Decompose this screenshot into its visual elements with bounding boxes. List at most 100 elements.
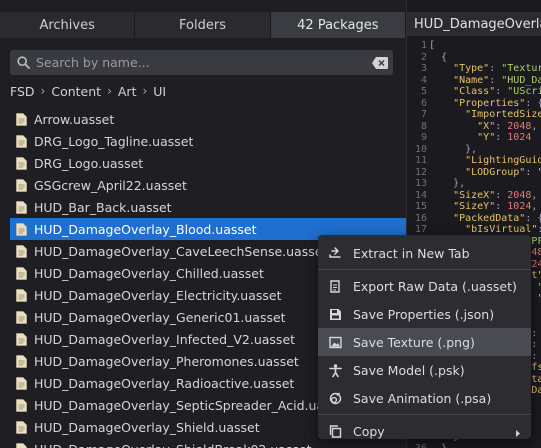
code-token: [: [429, 40, 436, 51]
line-number: 12: [414, 166, 427, 178]
code-token: :: [489, 74, 502, 86]
code-token: "SizeX": [429, 189, 496, 201]
code-token: },: [429, 143, 478, 155]
breadcrumb-fsd[interactable]: FSD: [10, 84, 35, 99]
file-icon: [16, 244, 27, 258]
file-list-item[interactable]: DRG_Logo_Tagline.uasset: [10, 130, 406, 152]
file-name: HUD_DamageOverlay_Shield.uasset: [34, 419, 260, 435]
tab-archives[interactable]: Archives: [0, 12, 136, 38]
menu-item-save-model-psk[interactable]: Save Model (.psk): [318, 356, 531, 384]
file-list-item[interactable]: HUD_Bar_Back.uasset: [10, 196, 406, 218]
code-token: 1024: [507, 132, 532, 143]
menu-separator: [318, 269, 531, 270]
tab-packages[interactable]: 42 Packages: [270, 12, 406, 38]
breadcrumb-ui[interactable]: UI: [153, 84, 166, 99]
menu-separator: [318, 414, 531, 415]
file-name: HUD_Bar_Back.uasset: [34, 199, 172, 215]
code-token: "Type": [429, 63, 490, 74]
file-icon: [16, 222, 27, 236]
code-line: "SizeX": 2048,: [429, 190, 541, 202]
code-line: "ImportedSize": {: [429, 109, 541, 121]
code-line: "PackedData": {: [429, 213, 541, 225]
menu-item-label: Save Animation (.psa): [353, 390, 492, 406]
menu-item-save-animation-psa[interactable]: Save Animation (.psa): [318, 384, 531, 412]
file-name: HUD_DamageOverlay_Blood.uasset: [34, 221, 257, 237]
chevron-right-icon: ›: [142, 84, 148, 98]
search-input[interactable]: [36, 55, 367, 70]
code-line: "SizeY": 1024,: [429, 201, 541, 213]
menu-item-save-texture-png[interactable]: Save Texture (.png): [318, 328, 531, 356]
breadcrumb: FSD › Content › Art › UI: [10, 83, 166, 99]
code-token: "Y": [429, 132, 496, 143]
line-number: 3: [420, 63, 427, 74]
line-number: 11: [414, 155, 427, 166]
code-token: :: [531, 327, 538, 339]
line-number: 5: [420, 86, 427, 97]
search-box: [10, 50, 393, 75]
code-token: ,: [531, 201, 538, 212]
line-number: 2: [420, 51, 427, 63]
file-name: HUD_DamageOverlay_Electricity.uasset: [34, 287, 282, 303]
menu-item-label: Save Texture (.png): [353, 334, 475, 350]
menu-item-copy[interactable]: Copy: [318, 417, 531, 445]
line-number: 8: [420, 120, 427, 132]
code-token: "Name": [429, 74, 490, 86]
file-name: HUD_DamageOverlay_SepticSpreader_Acid.ua…: [34, 397, 350, 413]
code-token: "12",: [537, 293, 541, 304]
menu-item-label: Save Properties (.json): [353, 306, 495, 322]
save-icon: [318, 307, 353, 322]
image-icon: [318, 335, 353, 350]
file-name: DRG_Logo_Tagline.uasset: [34, 133, 194, 149]
menu-item-label: Save Model (.psk): [353, 362, 465, 378]
code-token: ,: [531, 189, 538, 201]
file-icon: [16, 420, 27, 434]
menu-item-export-raw-data-uasset[interactable]: Export Raw Data (.uasset): [318, 272, 531, 300]
file-name: HUD_DamageOverlay_CaveLeechSense.uasset: [34, 243, 328, 259]
line-number: 16: [414, 212, 427, 224]
line-number: 14: [414, 189, 427, 201]
code-token: :: [495, 189, 508, 201]
code-token: "SizeY": [429, 201, 496, 212]
open-tab-icon: [318, 246, 353, 261]
code-token: ,: [531, 120, 538, 132]
code-line: },: [429, 144, 541, 156]
code-token: :: [531, 350, 538, 362]
code-token: 1024: [507, 201, 532, 212]
file-icon: [16, 156, 27, 170]
copy-icon: [318, 424, 353, 439]
code-line: "bIsVirtual": false,: [429, 224, 541, 236]
file-list-item[interactable]: GSGcrew_April22.uasset: [10, 174, 406, 196]
line-number: 10: [414, 143, 427, 155]
code-token: "0",: [537, 282, 541, 293]
code-token: 2048: [507, 189, 532, 201]
breadcrumb-content[interactable]: Content: [51, 84, 101, 99]
file-icon: [16, 134, 27, 148]
code-token: "HUD_DamageOverlay_Blood",: [501, 74, 541, 86]
tab-folders[interactable]: Folders: [135, 12, 271, 38]
breadcrumb-art[interactable]: Art: [118, 84, 137, 99]
file-name: HUD_DamageOverlay_Generic01.uasset: [34, 309, 286, 325]
editor-tab[interactable]: HUD_DamageOverlay_Blood: [407, 12, 541, 36]
menu-item-extract-in-new-tab[interactable]: Extract in New Tab: [318, 239, 531, 267]
menu-item-label: Extract in New Tab: [353, 245, 470, 261]
line-number: 1: [420, 40, 427, 51]
clear-search-icon[interactable]: [367, 56, 393, 69]
file-icon: [16, 200, 27, 214]
line-number: 6: [420, 97, 427, 109]
chevron-right-icon: [515, 426, 521, 441]
code-token: },: [429, 178, 466, 189]
file-name: HUD_DamageOverlay_Chilled.uasset: [34, 265, 264, 281]
code-token: 2048: [507, 120, 532, 132]
chevron-right-icon: ›: [107, 84, 112, 98]
code-line: [: [429, 40, 541, 52]
line-number: 4: [420, 74, 427, 86]
export-icon: [318, 279, 353, 294]
file-list-item[interactable]: Arrow.uasset: [10, 108, 406, 130]
code-token: "Class": [429, 86, 496, 97]
code-token: :: [489, 63, 502, 74]
file-list-item[interactable]: DRG_Logo.uasset: [10, 152, 406, 174]
code-token: :: [525, 166, 538, 178]
code-token: "ImportedSize": [429, 109, 541, 120]
code-token: "UScriptClass'Texture2D'",: [507, 86, 541, 97]
menu-item-save-properties-json[interactable]: Save Properties (.json): [318, 300, 531, 328]
